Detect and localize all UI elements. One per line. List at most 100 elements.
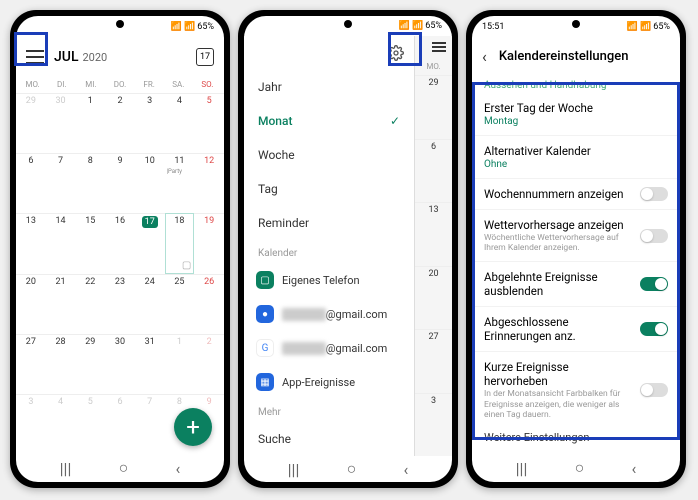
calendar-day[interactable]: 30 xyxy=(105,334,135,394)
back-button[interactable]: ‹ xyxy=(404,460,409,479)
calendar-day[interactable]: 4 xyxy=(46,394,76,454)
calendar-day[interactable]: 14 xyxy=(46,213,76,273)
calendar-day[interactable]: 20 xyxy=(16,274,46,334)
weekday-label: MO. xyxy=(18,80,47,89)
more-settings[interactable]: Weitere Einstellungen xyxy=(472,421,680,454)
calendar-day[interactable]: 18▢ xyxy=(165,213,195,273)
calendar-day[interactable]: 26 xyxy=(194,274,224,334)
calendar-day[interactable]: 27 xyxy=(16,334,46,394)
menu-icon[interactable] xyxy=(432,42,446,52)
section-label: Aussehen und Handhabung xyxy=(472,74,680,93)
toggle-switch[interactable] xyxy=(640,229,668,243)
calendar-day[interactable]: 5 xyxy=(194,93,224,153)
calendar-day[interactable]: 19 xyxy=(194,213,224,273)
recent-button[interactable]: ||| xyxy=(516,459,528,478)
peek-day[interactable]: 20 xyxy=(415,266,452,330)
calendar-day[interactable]: 22 xyxy=(75,274,105,334)
setting-row[interactable]: Abgelehnte Ereignisse ausblenden xyxy=(472,262,680,307)
toggle-switch[interactable] xyxy=(640,383,668,397)
gear-icon[interactable] xyxy=(388,45,404,61)
weekday-label: SO. xyxy=(193,80,222,89)
calendar-icon: ● xyxy=(256,305,274,323)
home-button[interactable]: ○ xyxy=(119,458,129,478)
calendar-account[interactable]: ●xxxxxxxx@gmail.com xyxy=(244,297,414,331)
calendar-day[interactable]: 17 xyxy=(135,213,165,273)
calendar-day[interactable]: 3 xyxy=(16,394,46,454)
page-title: Kalendereinstellungen xyxy=(499,49,629,64)
today-icon[interactable]: 17 xyxy=(196,48,214,66)
calendar-day[interactable]: 4 xyxy=(165,93,195,153)
setting-row[interactable]: Wochennummern anzeigen xyxy=(472,179,680,210)
setting-row[interactable]: Alternativer KalenderOhne xyxy=(472,136,680,179)
recent-button[interactable]: ||| xyxy=(288,460,300,479)
calendar-day[interactable]: 8 xyxy=(75,153,105,213)
calendar-day[interactable]: 16 xyxy=(105,213,135,273)
search-item[interactable]: Suche xyxy=(244,422,414,456)
calendar-day[interactable]: 9 xyxy=(105,153,135,213)
view-option[interactable]: Tag xyxy=(244,172,414,206)
calendar-day[interactable]: 13 xyxy=(16,213,46,273)
add-event-fab[interactable]: + xyxy=(174,408,212,446)
view-option[interactable]: Monat✓ xyxy=(244,104,414,138)
calendar-day[interactable]: 5 xyxy=(75,394,105,454)
calendar-day[interactable]: 6 xyxy=(105,394,135,454)
calendar-day[interactable]: 2 xyxy=(194,334,224,394)
year-label: 2020 xyxy=(83,51,108,64)
peek-day[interactable]: 13 xyxy=(415,202,452,266)
home-button[interactable]: ○ xyxy=(575,458,585,478)
calendar-day[interactable]: 25 xyxy=(165,274,195,334)
calendar-icon: ▢ xyxy=(256,271,274,289)
setting-row[interactable]: Wettervorhersage anzeigenWöchentliche We… xyxy=(472,210,680,262)
toggle-switch[interactable] xyxy=(640,187,668,201)
calendar-peek: MO. 2961320273 xyxy=(414,36,452,456)
calendar-day[interactable]: 24 xyxy=(135,274,165,334)
calendar-day[interactable]: 15 xyxy=(75,213,105,273)
calendar-day[interactable]: 23 xyxy=(105,274,135,334)
calendar-day[interactable]: 30 xyxy=(46,93,76,153)
setting-row[interactable]: Abgeschlossene Erinnerungen anz. xyxy=(472,307,680,352)
settings-header: ‹ Kalendereinstellungen xyxy=(472,38,680,74)
phone-calendar: 📶📶65% JUL 2020 17 MO.DI.MI.DO.FR.SA.SO. … xyxy=(10,10,230,488)
peek-day[interactable]: 6 xyxy=(415,139,452,203)
view-option[interactable]: Reminder xyxy=(244,206,414,240)
menu-icon[interactable] xyxy=(26,50,44,64)
peek-day[interactable]: 3 xyxy=(415,393,452,457)
calendar-day[interactable]: 29 xyxy=(16,93,46,153)
peek-day[interactable]: 29 xyxy=(415,75,452,139)
calendar-day[interactable]: 2 xyxy=(105,93,135,153)
calendar-day[interactable]: 29 xyxy=(75,334,105,394)
setting-row[interactable]: Erster Tag der WocheMontag xyxy=(472,93,680,136)
weekday-label: SA. xyxy=(164,80,193,89)
view-option[interactable]: Jahr xyxy=(244,70,414,104)
calendar-day[interactable]: 1 xyxy=(165,334,195,394)
setting-row[interactable]: Kurze Ereignisse hervorhebenIn der Monat… xyxy=(472,352,680,421)
calendar-account[interactable]: ▢Eigenes Telefon xyxy=(244,263,414,297)
calendar-day[interactable]: 12 xyxy=(194,153,224,213)
peek-day[interactable]: 27 xyxy=(415,329,452,393)
back-button[interactable]: ‹ xyxy=(632,459,637,478)
calendar-grid[interactable]: 29301234567891011|Party12131415161718▢19… xyxy=(16,93,224,454)
peek-weekday: MO. xyxy=(415,58,452,75)
calendar-day[interactable]: 28 xyxy=(46,334,76,394)
toggle-switch[interactable] xyxy=(640,277,668,291)
calendar-day[interactable]: 6 xyxy=(16,153,46,213)
calendar-day[interactable]: 10 xyxy=(135,153,165,213)
month-label[interactable]: JUL xyxy=(54,49,79,65)
calendar-account[interactable]: ▦App-Ereignisse xyxy=(244,365,414,399)
calendar-day[interactable]: 3 xyxy=(135,93,165,153)
calendar-day[interactable]: 21 xyxy=(46,274,76,334)
calendar-day[interactable]: 1 xyxy=(75,93,105,153)
weekday-label: DO. xyxy=(105,80,134,89)
calendar-account[interactable]: Gxxxxxxxx@gmail.com xyxy=(244,331,414,365)
calendar-day[interactable]: 31 xyxy=(135,334,165,394)
back-button[interactable]: ‹ xyxy=(176,459,181,478)
home-button[interactable]: ○ xyxy=(347,459,357,479)
nav-bar: ||| ○ ‹ xyxy=(472,454,680,482)
view-option[interactable]: Woche xyxy=(244,138,414,172)
calendar-day[interactable]: 7 xyxy=(46,153,76,213)
calendar-day[interactable]: 7 xyxy=(135,394,165,454)
recent-button[interactable]: ||| xyxy=(60,459,72,478)
toggle-switch[interactable] xyxy=(640,322,668,336)
back-icon[interactable]: ‹ xyxy=(482,47,487,66)
calendar-day[interactable]: 11|Party xyxy=(165,153,195,213)
